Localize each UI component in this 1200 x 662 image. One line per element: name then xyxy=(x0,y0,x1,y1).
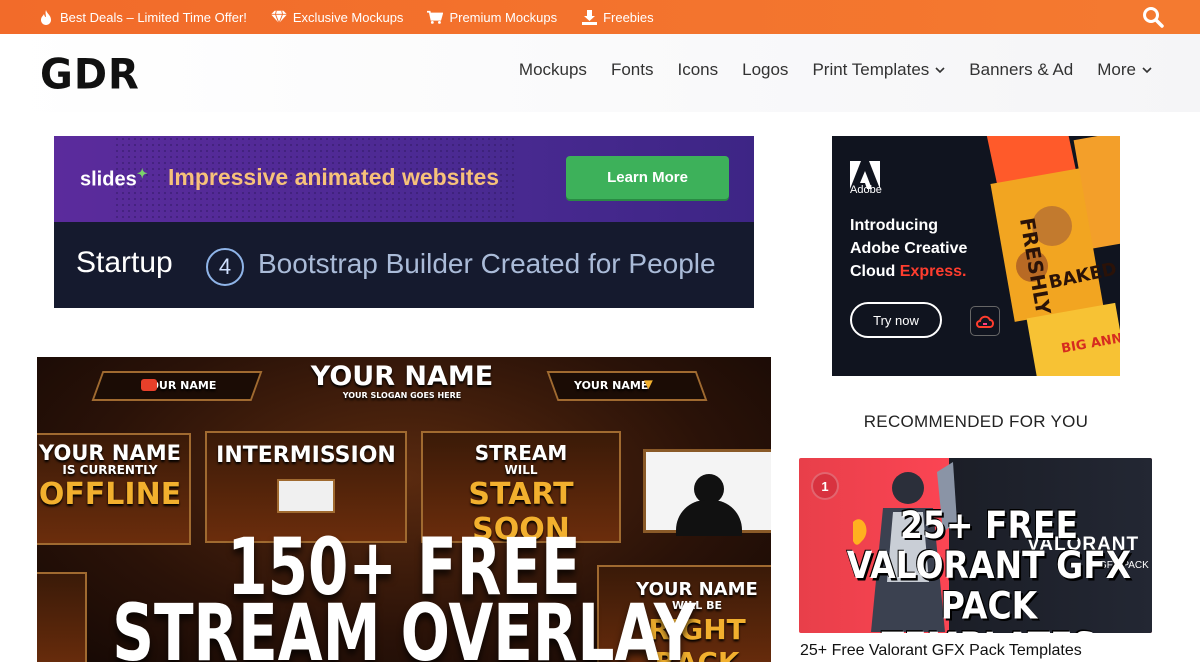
twitter-icon: ▼ xyxy=(641,376,656,393)
version-badge: 4 xyxy=(206,248,244,286)
nav-label: Banners & Ad xyxy=(969,60,1074,79)
feature-title-line2: STREAM OVERLAY xyxy=(112,587,696,662)
promo-label: Best Deals – Limited Time Offer! xyxy=(60,9,247,25)
panel-text: OFFLINE xyxy=(38,477,182,512)
nav-label: Icons xyxy=(677,60,719,79)
nav-label: Logos xyxy=(742,60,789,79)
promo-label: Freebies xyxy=(603,9,654,25)
download-icon xyxy=(581,9,597,25)
nav-item-mockups[interactable]: Mockups xyxy=(519,60,587,80)
webcam-frame xyxy=(277,479,335,513)
panel-text: WILL xyxy=(504,463,538,477)
nav-label: Fonts xyxy=(610,60,654,79)
bakery-posters-image: FRESHLY BAKED BIG ANNUAL xyxy=(986,136,1120,376)
banner-product-name: Startup xyxy=(76,246,173,279)
slides-logo: slides✦ xyxy=(80,166,148,191)
nav-item-icons[interactable]: Icons xyxy=(677,60,718,80)
diamond-icon xyxy=(270,9,287,25)
nav-label: More xyxy=(1097,60,1136,79)
recommended-card[interactable]: 1 VALORANT GFX PACK 25+ FREE VALORANT GF… xyxy=(799,458,1152,633)
header-center-text: YOUR NAME xyxy=(310,361,494,392)
search-icon[interactable] xyxy=(1142,6,1164,28)
panel-text: YOUR NAME xyxy=(39,441,181,465)
site-logo[interactable]: GDR xyxy=(40,51,140,99)
promo-premium-mockups[interactable]: Premium Mockups xyxy=(427,9,557,25)
card-title-text: 25+ FREE VALORANT GFX PACK TEMPLATES xyxy=(846,503,1132,633)
promo-label: Exclusive Mockups xyxy=(292,9,404,25)
site-header: GDR Mockups Fonts Icons Logos Print Temp… xyxy=(0,34,1200,112)
nav-label: Mockups xyxy=(518,60,587,79)
recommended-heading: RECOMMENDED FOR YOU xyxy=(863,412,1089,431)
chevron-down-icon xyxy=(1142,67,1152,74)
learn-more-button[interactable]: Learn More xyxy=(566,156,729,199)
nav-item-banners-ad[interactable]: Banners & Ad xyxy=(969,60,1073,80)
try-now-button[interactable]: Try now xyxy=(850,302,942,338)
panel-text: IS CURRENTLY xyxy=(62,463,158,477)
header-right-text: YOUR NAME xyxy=(574,379,649,392)
adobe-ad[interactable]: Adobe Introducing Adobe Creative Cloud E… xyxy=(832,136,1120,376)
cart-icon xyxy=(427,9,444,25)
main-nav: Mockups Fonts Icons Logos Print Template… xyxy=(495,60,1152,80)
nav-item-logos[interactable]: Logos xyxy=(742,60,788,80)
promo-label: Premium Mockups xyxy=(449,9,558,25)
rank-badge: 1 xyxy=(811,472,839,500)
banner-tagline: Bootstrap Builder Created for People xyxy=(258,248,716,279)
nav-label: Print Templates xyxy=(812,60,930,79)
promo-freebies[interactable]: Freebies xyxy=(581,9,654,25)
nav-item-print-templates[interactable]: Print Templates xyxy=(812,60,945,80)
promo-best-deals[interactable]: Best Deals – Limited Time Offer! xyxy=(38,9,247,25)
chevron-down-icon xyxy=(935,67,945,74)
panel-text: INTERMISSION xyxy=(216,443,396,468)
promo-exclusive-mockups[interactable]: Exclusive Mockups xyxy=(270,9,404,25)
adobe-wordmark: Adobe xyxy=(850,184,882,196)
fire-icon xyxy=(38,9,54,25)
promo-bar: Best Deals – Limited Time Offer! Exclusi… xyxy=(0,0,1200,34)
nav-item-more[interactable]: More xyxy=(1097,60,1152,80)
banner-ad[interactable]: slides✦ Impressive animated websites Lea… xyxy=(54,136,754,308)
banner-headline: Impressive animated websites xyxy=(168,164,500,190)
youtube-icon xyxy=(141,379,157,391)
recommended-caption-link[interactable]: 25+ Free Valorant GFX Pack Templates xyxy=(800,642,1082,660)
nav-item-fonts[interactable]: Fonts xyxy=(611,60,654,80)
featured-post-image[interactable]: YOUR NAME YOUR NAME YOUR SLOGAN GOES HER… xyxy=(37,357,771,662)
adobe-ad-headline: Introducing Adobe Creative Cloud Express… xyxy=(850,217,968,280)
panel-text: STREAM xyxy=(474,441,568,465)
header-center-subtext: YOUR SLOGAN GOES HERE xyxy=(342,391,462,400)
